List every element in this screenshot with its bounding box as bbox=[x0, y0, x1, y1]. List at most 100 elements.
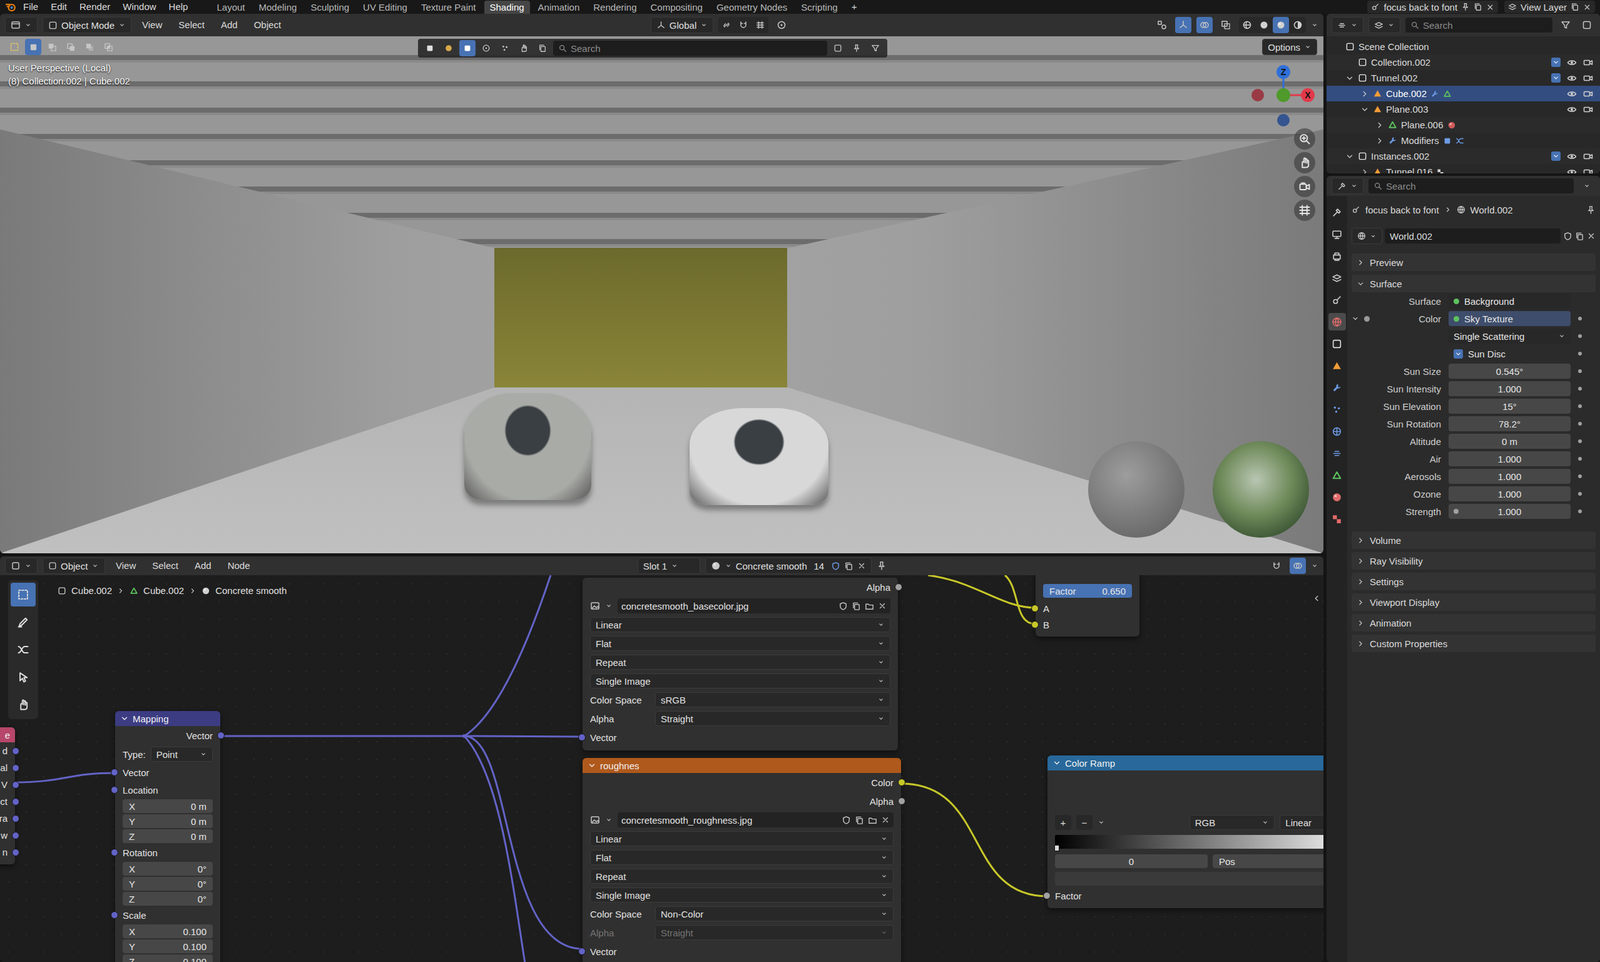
socket[interactable] bbox=[897, 797, 906, 805]
scene-selector[interactable]: focus back to font bbox=[1367, 0, 1499, 14]
panel-header[interactable]: Volume bbox=[1351, 531, 1596, 549]
workspace-tab[interactable]: Sculpting bbox=[304, 0, 355, 14]
delete-scene-icon[interactable] bbox=[1486, 3, 1495, 12]
add-stop-button[interactable]: + bbox=[1054, 814, 1072, 830]
ramp-menu-icon[interactable] bbox=[1097, 818, 1106, 826]
menu-item[interactable]: Help bbox=[163, 0, 194, 14]
render-camera-icon[interactable] bbox=[1583, 57, 1594, 68]
select-mode-button[interactable] bbox=[81, 38, 98, 56]
socket[interactable] bbox=[894, 583, 903, 591]
strip-button[interactable] bbox=[459, 40, 476, 57]
outliner-row[interactable]: Modifiers bbox=[1326, 132, 1600, 149]
unlink-icon[interactable] bbox=[857, 561, 867, 571]
editor-type-button[interactable] bbox=[5, 16, 38, 34]
delete-view-layer-icon[interactable] bbox=[1583, 3, 1592, 12]
expand-icon[interactable] bbox=[1360, 167, 1370, 174]
workspace-tab[interactable]: Texture Paint bbox=[415, 0, 482, 14]
properties-tab[interactable] bbox=[1328, 466, 1346, 484]
eye-icon[interactable] bbox=[1566, 104, 1577, 115]
factor-field[interactable]: Factor0.650 bbox=[1043, 583, 1132, 598]
keyframe-decorator[interactable] bbox=[1578, 456, 1582, 461]
socket[interactable] bbox=[110, 768, 119, 776]
socket[interactable] bbox=[1043, 891, 1051, 900]
strip-button[interactable] bbox=[534, 40, 551, 57]
exclude-checkbox[interactable] bbox=[1551, 57, 1561, 67]
socket[interactable] bbox=[11, 848, 20, 857]
node-header[interactable]: roughnes bbox=[582, 757, 902, 773]
strip-button[interactable] bbox=[867, 40, 884, 57]
color-mode-dropdown[interactable]: RGB bbox=[1189, 814, 1276, 830]
socket[interactable] bbox=[11, 797, 20, 806]
collapse-icon[interactable] bbox=[1345, 152, 1355, 161]
strip-button[interactable] bbox=[478, 40, 495, 57]
mode-dropdown[interactable]: Object Mode bbox=[42, 16, 132, 34]
new-view-layer-icon[interactable] bbox=[1570, 2, 1580, 12]
eye-icon[interactable] bbox=[1566, 73, 1577, 84]
shader-link-field[interactable]: Background bbox=[1448, 293, 1571, 309]
outliner-row[interactable]: Tunnel.002 bbox=[1326, 70, 1600, 86]
camera-view-button[interactable] bbox=[1294, 175, 1316, 198]
duplicate-icon[interactable] bbox=[1574, 231, 1585, 241]
menu-item[interactable]: Window bbox=[117, 0, 162, 14]
number-field[interactable]: 1.000 bbox=[1448, 381, 1571, 397]
dropdown-field[interactable]: Single Scattering bbox=[1448, 328, 1571, 344]
properties-tab[interactable] bbox=[1328, 400, 1346, 418]
outliner-row[interactable]: Plane.003 bbox=[1326, 101, 1600, 118]
panel-header[interactable]: Settings bbox=[1351, 572, 1596, 591]
exclude-checkbox[interactable] bbox=[1551, 73, 1561, 83]
image-texture-node[interactable]: Alphaconcretesmooth_basecolor.jpgLinearF… bbox=[582, 577, 898, 751]
strip-button[interactable] bbox=[440, 40, 457, 57]
socket[interactable] bbox=[578, 947, 586, 955]
expand-icon[interactable] bbox=[1360, 89, 1370, 99]
workspace-tab[interactable]: Rendering bbox=[587, 0, 643, 14]
image-file-field[interactable]: concretesmooth_roughness.jpg bbox=[617, 812, 894, 828]
collapse-icon[interactable] bbox=[1345, 73, 1355, 83]
properties-tab[interactable] bbox=[1328, 334, 1346, 353]
viewport-toggle[interactable] bbox=[1217, 16, 1234, 34]
panel-header[interactable]: Surface bbox=[1351, 274, 1596, 293]
new-collection-button[interactable] bbox=[1578, 16, 1595, 34]
keyframe-decorator[interactable] bbox=[1578, 334, 1582, 338]
number-field[interactable]: X0° bbox=[122, 861, 213, 876]
menu-item[interactable]: Object bbox=[248, 18, 287, 32]
options-button[interactable] bbox=[1578, 177, 1595, 194]
node-dropdown[interactable]: Flat bbox=[590, 849, 894, 865]
color-space-dropdown[interactable]: Non-Color bbox=[655, 906, 894, 922]
number-field[interactable]: X0.100 bbox=[122, 924, 213, 938]
shading-options-icon[interactable] bbox=[1310, 21, 1319, 29]
alpha-dropdown[interactable]: Straight bbox=[655, 710, 891, 726]
socket[interactable] bbox=[11, 764, 20, 772]
color-ramp-bar[interactable] bbox=[1054, 834, 1324, 849]
collapse-icon[interactable] bbox=[120, 713, 129, 723]
properties-tab[interactable] bbox=[1328, 356, 1346, 375]
pivot-button[interactable] bbox=[718, 16, 735, 34]
shading-button[interactable] bbox=[1238, 16, 1256, 34]
number-field[interactable]: Z0 m bbox=[122, 829, 213, 843]
workspace-tab[interactable]: Animation bbox=[532, 0, 586, 14]
shading-button[interactable] bbox=[1272, 16, 1290, 34]
workspace-tab[interactable]: Modeling bbox=[253, 0, 303, 14]
number-field[interactable]: 0 m bbox=[1448, 433, 1571, 449]
blender-logo-icon[interactable] bbox=[5, 1, 17, 13]
collapse-icon[interactable] bbox=[1052, 758, 1062, 768]
socket[interactable] bbox=[578, 733, 586, 741]
unlink-icon[interactable] bbox=[1586, 231, 1596, 241]
node-dropdown[interactable]: Linear bbox=[590, 616, 891, 632]
overlay-button[interactable] bbox=[1289, 557, 1306, 574]
car-model[interactable] bbox=[689, 407, 829, 505]
number-field[interactable]: 15° bbox=[1448, 398, 1571, 414]
socket[interactable] bbox=[1031, 620, 1039, 629]
outliner-row[interactable]: Collection.002 bbox=[1326, 54, 1600, 71]
properties-tab[interactable] bbox=[1328, 509, 1346, 528]
shading-button[interactable] bbox=[1255, 16, 1273, 34]
tool-button[interactable] bbox=[10, 692, 36, 717]
outliner-search[interactable]: Search bbox=[1405, 17, 1553, 33]
expand-icon[interactable] bbox=[1375, 136, 1385, 146]
properties-search[interactable]: Search bbox=[1368, 178, 1574, 194]
unlink-icon[interactable] bbox=[881, 815, 890, 825]
node-canvas[interactable]: edalVctrawnMappingVectorType:PointVector… bbox=[0, 575, 1324, 962]
duplicate-icon[interactable] bbox=[844, 561, 854, 571]
duplicate-icon[interactable] bbox=[854, 815, 865, 825]
properties-tab[interactable] bbox=[1328, 488, 1346, 506]
exclude-checkbox[interactable] bbox=[1551, 151, 1561, 161]
